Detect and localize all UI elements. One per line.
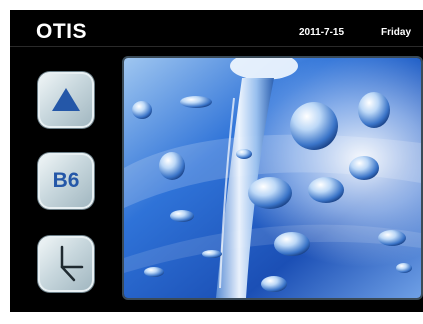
header-bar: OTIS 2011-7-15 Friday [10,10,423,48]
up-arrow-icon [52,88,80,111]
clock-indicator [38,236,94,292]
header-divider [10,46,423,47]
clock-icon [60,245,84,282]
water-drops-image [124,58,421,298]
current-date: 2011-7-15 [299,27,345,38]
floor-number: B6 [52,169,80,192]
media-panel [122,56,423,300]
current-day: Friday [381,27,412,38]
direction-indicator [38,72,94,128]
brand-logo: OTIS [36,20,88,43]
elevator-display: OTIS 2011-7-15 Friday B6 [10,10,423,312]
floor-indicator: B6 [38,153,94,209]
